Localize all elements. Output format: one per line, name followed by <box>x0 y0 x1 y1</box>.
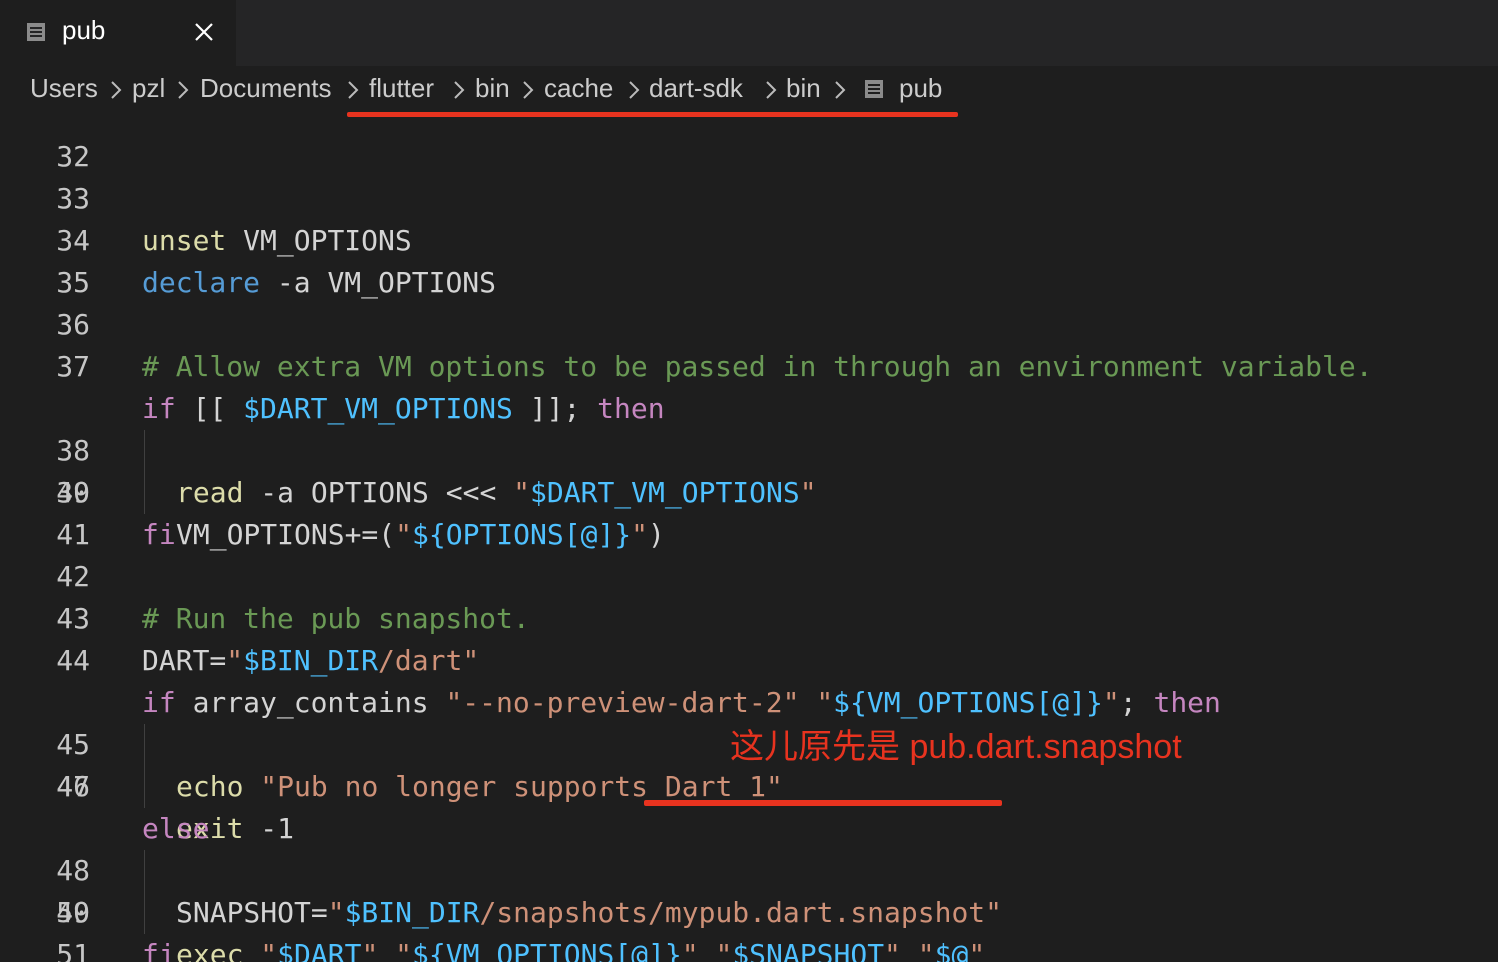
code-line: 38 read -a OPTIONS <<< "$DART_VM_OPTIONS… <box>0 346 1498 509</box>
chevron-right-icon <box>629 81 640 99</box>
code-text: fi <box>142 938 176 962</box>
code-line: 34 declare -a VM_OPTIONS <box>0 178 1498 299</box>
breadcrumb-underline-annotation <box>347 112 958 117</box>
breadcrumb-item-cache[interactable]: cache <box>544 73 613 104</box>
code-line: 35 <box>0 220 1498 299</box>
snapshot-underline-annotation <box>644 800 1002 806</box>
code-line: 42 # Run the pub snapshot. <box>0 514 1498 635</box>
annotation-note: 这儿原先是 pub.dart.snapshot <box>730 728 1182 766</box>
tab-bar: pub <box>0 0 1498 66</box>
breadcrumb-item-bin-2[interactable]: bin <box>786 73 821 104</box>
code-line: 37 if [[ $DART_VM_OPTIONS ]]; then <box>0 304 1498 425</box>
chevron-right-icon <box>348 81 359 99</box>
code-text: exec "$DART" "${VM_OPTIONS[@]}" "$SNAPSH… <box>176 938 986 962</box>
line-number: 51 <box>56 938 90 962</box>
close-icon[interactable] <box>190 18 218 46</box>
code-line: 50 fi <box>0 850 1498 962</box>
code-line: 49 exec "$DART" "${VM_OPTIONS[@]}" "$SNA… <box>0 808 1498 962</box>
chevron-right-icon <box>178 81 189 99</box>
tab-label: pub <box>62 15 106 45</box>
chevron-right-icon <box>111 81 122 99</box>
chevron-right-icon <box>766 81 777 99</box>
breadcrumb-item-pzl[interactable]: pzl <box>132 73 165 104</box>
code-line: 33 unset VM_OPTIONS <box>0 136 1498 257</box>
code-line: 51 <box>0 892 1498 962</box>
chevron-right-icon <box>523 81 534 99</box>
breadcrumb-item-dart-sdk[interactable]: dart-sdk <box>649 73 743 104</box>
code-line: 36 # Allow extra VM options to be passed… <box>0 262 1498 383</box>
file-icon <box>27 23 45 41</box>
tab-pub[interactable]: pub <box>0 0 236 66</box>
file-icon <box>865 80 883 98</box>
chevron-right-icon <box>454 81 465 99</box>
code-line: 44 if array_contains "--no-preview-dart-… <box>0 598 1498 719</box>
code-line: 39 VM_OPTIONS+=("${OPTIONS[@]}") <box>0 388 1498 551</box>
breadcrumb-item-documents[interactable]: Documents <box>200 73 332 104</box>
code-line: 46 exit -1 <box>0 682 1498 845</box>
code-line: 40 fi <box>0 430 1498 551</box>
code-line: 41 <box>0 472 1498 551</box>
chevron-right-icon <box>835 81 846 99</box>
breadcrumb-item-pub[interactable]: pub <box>899 73 942 104</box>
code-editor[interactable]: 32 33 unset VM_OPTIONS 34 declare -a VM_… <box>0 112 1498 962</box>
breadcrumb-item-bin[interactable]: bin <box>475 73 510 104</box>
code-line: 43 DART="$BIN_DIR/dart" <box>0 556 1498 677</box>
breadcrumb: Users pzl Documents flutter bin cache da… <box>0 66 1498 112</box>
breadcrumb-item-flutter[interactable]: flutter <box>369 73 434 104</box>
code-line: 45 echo "Pub no longer supports Dart 1" <box>0 640 1498 803</box>
breadcrumb-item-users[interactable]: Users <box>30 73 98 104</box>
